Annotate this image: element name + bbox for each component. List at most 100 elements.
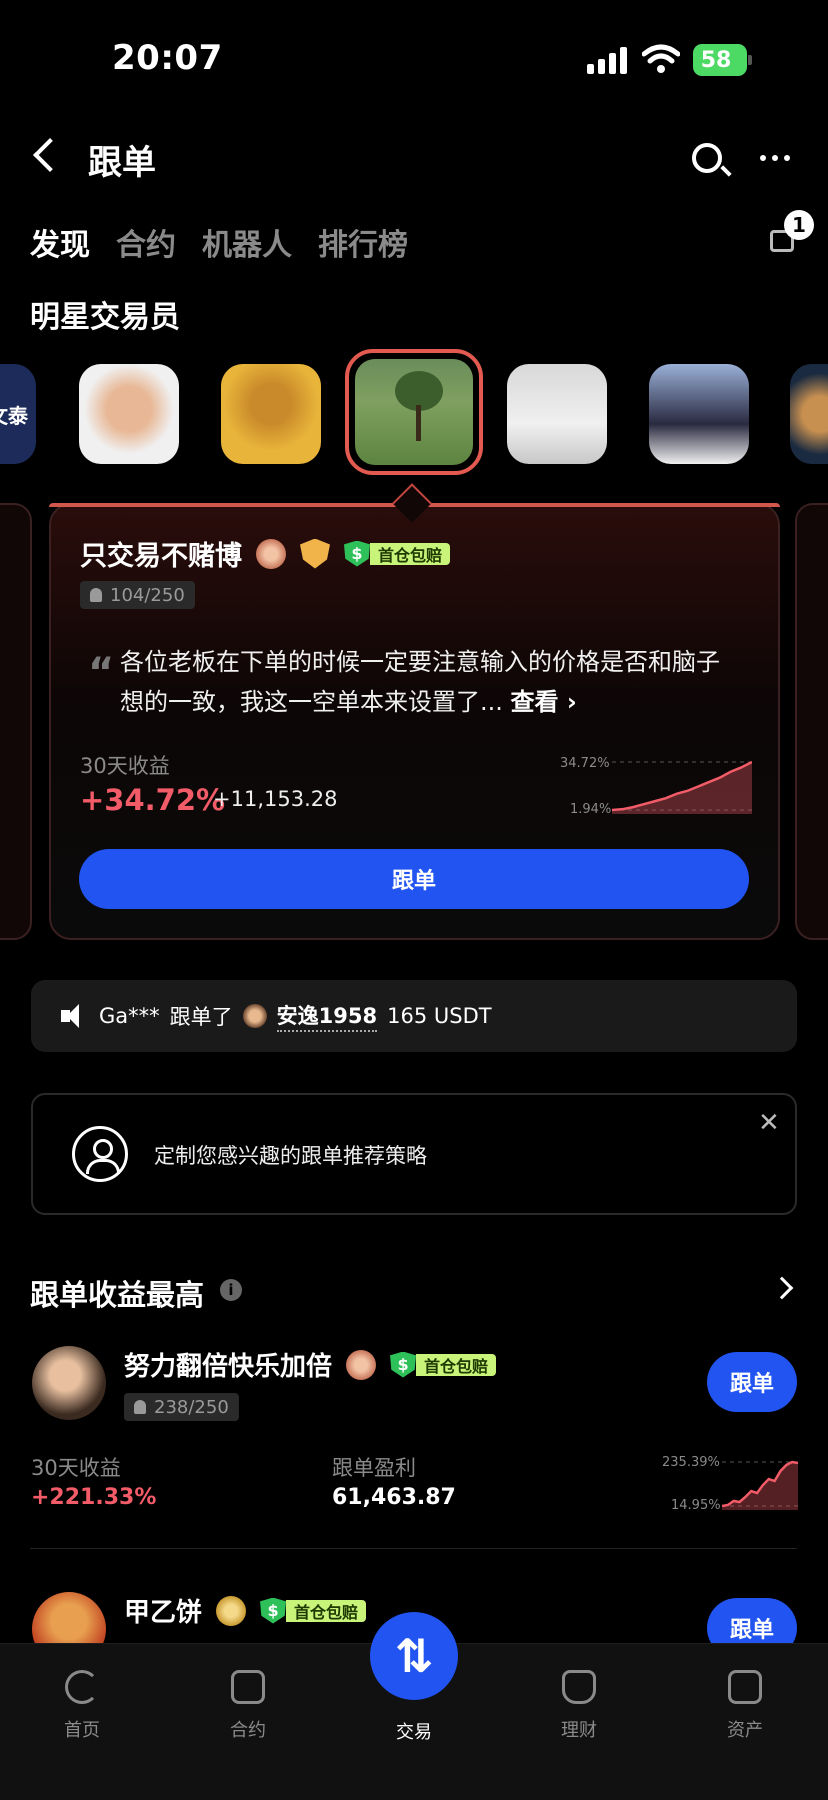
page-title: 跟单: [88, 143, 156, 183]
medal-icon: [216, 1595, 247, 1626]
more-icon[interactable]: [760, 155, 790, 161]
dollar-shield-icon: $: [260, 1597, 287, 1624]
tab-bar: 发现 合约 机器人 排行榜: [30, 220, 408, 264]
spark-high-label: 34.72%: [560, 756, 610, 771]
see-more-label: 查看: [510, 688, 559, 716]
nav-contract-label: 合约: [230, 1720, 266, 1741]
battery-indicator: 58: [693, 44, 752, 76]
follower-count: 104/250: [80, 581, 195, 609]
return-30d-value: +34.72%: [80, 783, 226, 817]
contract-icon: [231, 1670, 265, 1704]
medal-icon: [256, 538, 286, 569]
trader-avatar-selected[interactable]: [345, 349, 483, 475]
nav-finance[interactable]: 理财: [529, 1670, 629, 1742]
guarantee-tag: $ 首仓包赔: [390, 1351, 497, 1378]
dollar-shield-icon: $: [390, 1351, 417, 1378]
user-icon: [90, 588, 102, 602]
spark-high-label: 235.39%: [662, 1455, 720, 1470]
guarantee-tag-label: 首仓包赔: [416, 1353, 497, 1376]
tab-leaderboard[interactable]: 排行榜: [318, 220, 408, 264]
trader-avatar[interactable]: [790, 364, 828, 464]
search-icon[interactable]: [692, 143, 722, 173]
trade-swap-icon[interactable]: ⇅: [370, 1612, 458, 1700]
trader-avatar[interactable]: [221, 364, 321, 464]
trader-avatar[interactable]: 文泰: [0, 364, 36, 464]
finance-icon: [562, 1670, 596, 1704]
row-name-line: 甲乙饼 $ 首仓包赔: [124, 1592, 367, 1629]
dollar-shield-icon: $: [344, 540, 370, 567]
nav-assets-label: 资产: [727, 1720, 763, 1741]
ticker-trader[interactable]: 安逸1958: [276, 1000, 378, 1032]
medal-icon: [346, 1349, 377, 1380]
copy-profit-value: 61,463.87: [332, 1485, 456, 1510]
info-icon[interactable]: i: [220, 1279, 242, 1301]
trader-avatar[interactable]: [507, 364, 607, 464]
trader-avatar[interactable]: [649, 364, 749, 464]
row-sparkline: [722, 1460, 798, 1510]
close-icon[interactable]: ✕: [758, 1108, 780, 1138]
return-30d-label: 30天收益: [80, 754, 170, 778]
featured-name-row: 只交易不赌博 $ 首仓包赔: [80, 534, 451, 573]
nav-trade-label: 交易: [396, 1722, 432, 1743]
trader-description: 各位老板在下单的时候一定要注意输入的价格是否和脑子想的一致，我这一空单本来设置了…: [120, 642, 740, 722]
trader-name[interactable]: 努力翻倍快乐加倍: [124, 1346, 332, 1383]
spark-area: [722, 1462, 798, 1510]
guarantee-tag: $ 首仓包赔: [344, 540, 451, 567]
guarantee-tag: $ 首仓包赔: [260, 1597, 367, 1624]
home-icon: [65, 1670, 99, 1704]
nav-finance-label: 理财: [561, 1720, 597, 1741]
next-card[interactable]: [795, 503, 828, 940]
nav-contract[interactable]: 合约: [198, 1670, 298, 1742]
trader-name[interactable]: 只交易不赌博: [80, 534, 242, 573]
see-more-link[interactable]: 查看 ›: [511, 688, 577, 716]
nav-home[interactable]: 首页: [32, 1670, 132, 1742]
guarantee-tag-label: 首仓包赔: [370, 542, 451, 565]
follower-count: 238/250: [124, 1393, 239, 1421]
divider: [30, 1548, 797, 1549]
notification-badge: 1: [784, 210, 814, 240]
ticker-user: Ga***: [99, 1004, 160, 1028]
tab-robot[interactable]: 机器人: [202, 220, 292, 264]
star-traders-title: 明星交易员: [30, 300, 180, 335]
avatar-text: 文泰: [0, 403, 28, 428]
description-text: 各位老板在下单的时候一定要注意输入的价格是否和脑子想的一致，我这一空单本来设置了…: [120, 648, 720, 716]
top-earnings-title: 跟单收益最高: [30, 1278, 205, 1312]
battery-level: 58: [700, 47, 732, 73]
return-30d-label: 30天收益: [31, 1456, 121, 1480]
back-icon[interactable]: [33, 138, 67, 172]
pnl-value: +11,153.28: [213, 787, 338, 811]
follow-button[interactable]: 跟单: [707, 1352, 797, 1412]
featured-sparkline: [612, 760, 752, 814]
signal-icon: [587, 46, 629, 74]
wallet-icon: [728, 1670, 762, 1704]
guarantee-tag-label: 首仓包赔: [286, 1599, 367, 1622]
tab-discover[interactable]: 发现: [30, 220, 90, 264]
nav-assets[interactable]: 资产: [695, 1670, 795, 1742]
trader-name[interactable]: 甲乙饼: [124, 1592, 202, 1629]
trader-mini-avatar: [242, 1004, 267, 1028]
follow-button[interactable]: 跟单: [79, 849, 749, 909]
avatar[interactable]: [32, 1346, 106, 1420]
verified-shield-icon: [300, 538, 330, 569]
follower-count-value: 238/250: [154, 1396, 229, 1418]
ticker-action: 跟单了: [169, 1005, 233, 1029]
nav-trade[interactable]: 交易: [364, 1718, 464, 1744]
row-name-line: 努力翻倍快乐加倍 $ 首仓包赔: [124, 1346, 497, 1383]
strategy-text: 定制您感兴趣的跟单推荐策略: [154, 1144, 427, 1168]
wifi-icon: [642, 44, 680, 73]
quote-icon: “: [88, 650, 115, 696]
prev-card[interactable]: [0, 503, 32, 940]
follow-ticker: Ga*** 跟单了 安逸1958 165 USDT: [31, 980, 797, 1052]
status-time: 20:07: [112, 38, 223, 78]
trader-avatar[interactable]: [79, 364, 179, 464]
return-30d-value: +221.33%: [31, 1485, 157, 1510]
user-icon: [134, 1400, 146, 1414]
speaker-icon: [61, 1004, 89, 1028]
custom-strategy-icon: [72, 1126, 128, 1182]
chevron-right-icon[interactable]: [770, 1276, 794, 1300]
nav-home-label: 首页: [64, 1720, 100, 1741]
spark-low-label: 14.95%: [671, 1498, 721, 1513]
ticker-amount: 165 USDT: [387, 1004, 492, 1028]
follower-count-value: 104/250: [110, 584, 185, 606]
tab-contract[interactable]: 合约: [116, 220, 176, 264]
